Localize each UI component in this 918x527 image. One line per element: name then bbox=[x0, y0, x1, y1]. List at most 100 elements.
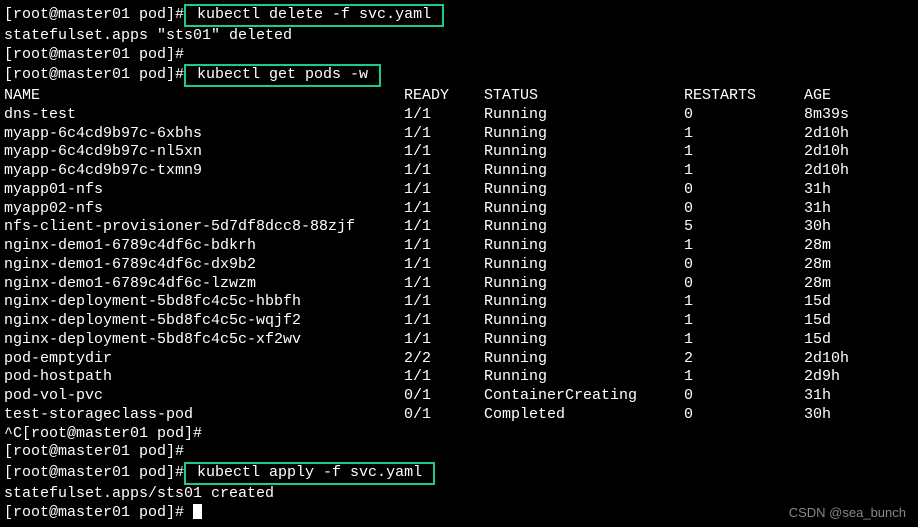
shell-prompt: [root@master01 pod]# bbox=[4, 46, 914, 65]
cell-name: nginx-demo1-6789c4df6c-lzwzm bbox=[4, 275, 404, 294]
cell-restarts: 2 bbox=[684, 350, 804, 369]
cell-restarts: 1 bbox=[684, 368, 804, 387]
table-row: pod-vol-pvc0/1ContainerCreating031h bbox=[4, 387, 914, 406]
cell-age: 31h bbox=[804, 387, 914, 406]
output-apply: statefulset.apps/sts01 created bbox=[4, 485, 914, 504]
cell-age: 8m39s bbox=[804, 106, 914, 125]
cell-age: 15d bbox=[804, 293, 914, 312]
cell-restarts: 1 bbox=[684, 162, 804, 181]
prompt-line: [root@master01 pod]# kubectl delete -f s… bbox=[4, 4, 914, 27]
cell-age: 28m bbox=[804, 256, 914, 275]
cell-status: Running bbox=[484, 312, 684, 331]
shell-prompt: [root@master01 pod]# bbox=[4, 443, 914, 462]
cell-name: nginx-deployment-5bd8fc4c5c-wqjf2 bbox=[4, 312, 404, 331]
cell-restarts: 0 bbox=[684, 387, 804, 406]
table-row: dns-test1/1Running08m39s bbox=[4, 106, 914, 125]
cell-name: nginx-deployment-5bd8fc4c5c-hbbfh bbox=[4, 293, 404, 312]
cell-status: Completed bbox=[484, 406, 684, 425]
cmd-delete: kubectl delete -f svc.yaml bbox=[184, 4, 444, 27]
shell-prompt-interrupt: ^C[root@master01 pod]# bbox=[4, 425, 914, 444]
cell-status: Running bbox=[484, 218, 684, 237]
cell-name: myapp-6c4cd9b97c-6xbhs bbox=[4, 125, 404, 144]
table-row: myapp-6c4cd9b97c-nl5xn1/1Running12d10h bbox=[4, 143, 914, 162]
cell-status: Running bbox=[484, 106, 684, 125]
cell-restarts: 0 bbox=[684, 181, 804, 200]
cell-ready: 2/2 bbox=[404, 350, 484, 369]
cell-status: ContainerCreating bbox=[484, 387, 684, 406]
prompt-line: [root@master01 pod]# kubectl apply -f sv… bbox=[4, 462, 914, 485]
cell-ready: 1/1 bbox=[404, 218, 484, 237]
cell-restarts: 0 bbox=[684, 406, 804, 425]
table-row: nginx-deployment-5bd8fc4c5c-xf2wv1/1Runn… bbox=[4, 331, 914, 350]
cell-status: Running bbox=[484, 237, 684, 256]
table-row: nginx-demo1-6789c4df6c-dx9b21/1Running02… bbox=[4, 256, 914, 275]
cell-status: Running bbox=[484, 143, 684, 162]
cell-age: 31h bbox=[804, 181, 914, 200]
table-row: pod-hostpath1/1Running12d9h bbox=[4, 368, 914, 387]
cell-ready: 0/1 bbox=[404, 387, 484, 406]
cell-status: Running bbox=[484, 181, 684, 200]
cell-restarts: 0 bbox=[684, 256, 804, 275]
cell-restarts: 5 bbox=[684, 218, 804, 237]
table-row: nfs-client-provisioner-5d7df8dcc8-88zjf1… bbox=[4, 218, 914, 237]
cell-restarts: 1 bbox=[684, 331, 804, 350]
cell-ready: 1/1 bbox=[404, 181, 484, 200]
cell-ready: 0/1 bbox=[404, 406, 484, 425]
cell-status: Running bbox=[484, 331, 684, 350]
cell-name: nginx-demo1-6789c4df6c-bdkrh bbox=[4, 237, 404, 256]
cell-age: 2d10h bbox=[804, 143, 914, 162]
shell-prompt: [root@master01 pod]# bbox=[4, 464, 184, 481]
shell-prompt: [root@master01 pod]# bbox=[4, 66, 184, 83]
cell-ready: 1/1 bbox=[404, 125, 484, 144]
cell-ready: 1/1 bbox=[404, 143, 484, 162]
watermark: CSDN @sea_bunch bbox=[789, 505, 906, 521]
cell-ready: 1/1 bbox=[404, 200, 484, 219]
cell-ready: 1/1 bbox=[404, 312, 484, 331]
col-name: NAME bbox=[4, 87, 404, 106]
cell-age: 2d10h bbox=[804, 350, 914, 369]
cell-restarts: 1 bbox=[684, 312, 804, 331]
cell-ready: 1/1 bbox=[404, 106, 484, 125]
cell-name: myapp-6c4cd9b97c-nl5xn bbox=[4, 143, 404, 162]
cell-name: nginx-demo1-6789c4df6c-dx9b2 bbox=[4, 256, 404, 275]
cell-status: Running bbox=[484, 125, 684, 144]
cell-age: 15d bbox=[804, 312, 914, 331]
table-row: nginx-deployment-5bd8fc4c5c-wqjf21/1Runn… bbox=[4, 312, 914, 331]
cell-age: 28m bbox=[804, 237, 914, 256]
cell-age: 30h bbox=[804, 406, 914, 425]
cell-restarts: 1 bbox=[684, 143, 804, 162]
cell-status: Running bbox=[484, 162, 684, 181]
terminal[interactable]: [root@master01 pod]# kubectl delete -f s… bbox=[4, 4, 914, 522]
prompt-cursor-line: [root@master01 pod]# bbox=[4, 504, 914, 523]
cell-name: pod-hostpath bbox=[4, 368, 404, 387]
cell-ready: 1/1 bbox=[404, 237, 484, 256]
cell-name: myapp02-nfs bbox=[4, 200, 404, 219]
cell-age: 28m bbox=[804, 275, 914, 294]
cell-ready: 1/1 bbox=[404, 368, 484, 387]
cell-name: pod-emptydir bbox=[4, 350, 404, 369]
cell-age: 30h bbox=[804, 218, 914, 237]
table-row: myapp01-nfs1/1Running031h bbox=[4, 181, 914, 200]
table-row: myapp-6c4cd9b97c-6xbhs1/1Running12d10h bbox=[4, 125, 914, 144]
col-status: STATUS bbox=[484, 87, 684, 106]
col-restarts: RESTARTS bbox=[684, 87, 804, 106]
cell-name: pod-vol-pvc bbox=[4, 387, 404, 406]
cell-age: 2d10h bbox=[804, 125, 914, 144]
cell-name: test-storageclass-pod bbox=[4, 406, 404, 425]
cell-age: 15d bbox=[804, 331, 914, 350]
cell-restarts: 0 bbox=[684, 106, 804, 125]
pod-table-body: dns-test1/1Running08m39smyapp-6c4cd9b97c… bbox=[4, 106, 914, 425]
shell-prompt: [root@master01 pod]# bbox=[4, 504, 193, 521]
prompt-line: [root@master01 pod]# kubectl get pods -w bbox=[4, 64, 914, 87]
cell-age: 2d9h bbox=[804, 368, 914, 387]
cell-restarts: 1 bbox=[684, 293, 804, 312]
cursor-icon bbox=[193, 504, 202, 519]
table-header: NAMEREADYSTATUSRESTARTSAGE bbox=[4, 87, 914, 106]
cell-status: Running bbox=[484, 256, 684, 275]
cell-ready: 1/1 bbox=[404, 256, 484, 275]
table-row: nginx-deployment-5bd8fc4c5c-hbbfh1/1Runn… bbox=[4, 293, 914, 312]
cell-status: Running bbox=[484, 275, 684, 294]
cell-name: myapp01-nfs bbox=[4, 181, 404, 200]
cell-ready: 1/1 bbox=[404, 331, 484, 350]
table-row: myapp02-nfs1/1Running031h bbox=[4, 200, 914, 219]
